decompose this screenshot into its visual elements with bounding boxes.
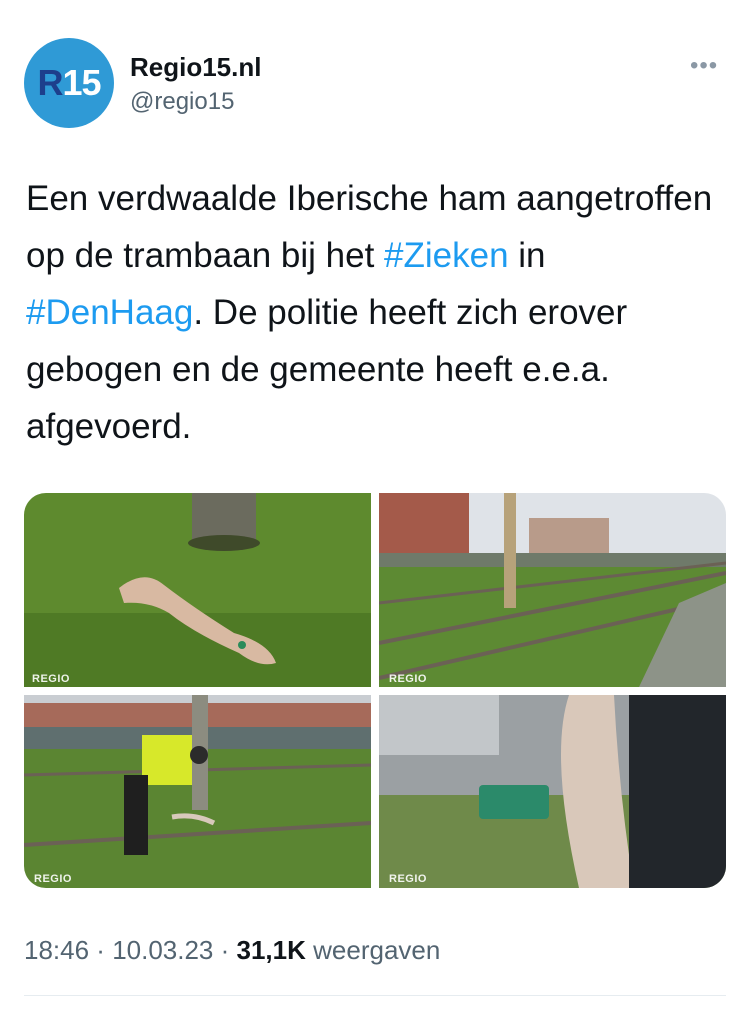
photo-watermark: REGIO xyxy=(389,673,427,685)
ham-tag-closeup-photo[interactable]: REGIO xyxy=(379,695,726,888)
tweet-text-part2: in xyxy=(508,236,546,275)
photo-grid: REGIO REGIO REGIO REGIO xyxy=(24,493,726,888)
police-officer-photo[interactable]: REGIO xyxy=(24,695,371,888)
tweet-meta: 18:46 · 10.03.23 · 31,1K weergaven xyxy=(24,935,440,966)
tweet-text-part1: Een verdwaalde Iberische ham aangetroffe… xyxy=(26,179,713,275)
tram-tracks-photo[interactable]: REGIO xyxy=(379,493,726,687)
meta-separator: · xyxy=(213,935,237,965)
tweet-text: Een verdwaalde Iberische ham aangetroffe… xyxy=(26,170,726,455)
author-handle[interactable]: @regio15 xyxy=(130,88,234,116)
author-name[interactable]: Regio15.nl xyxy=(130,52,261,83)
more-options-icon[interactable]: ••• xyxy=(690,52,718,80)
divider xyxy=(24,995,726,996)
avatar[interactable]: R 15 xyxy=(24,38,114,128)
photo-watermark: REGIO xyxy=(389,873,427,885)
hashtag-denhaag[interactable]: #DenHaag xyxy=(26,293,193,332)
hashtag-zieken[interactable]: #Zieken xyxy=(384,236,509,275)
meta-separator: · xyxy=(89,935,113,965)
photo-watermark: REGIO xyxy=(32,673,70,685)
ham-on-grass-photo[interactable]: REGIO xyxy=(24,493,371,687)
tweet-date[interactable]: 10.03.23 xyxy=(112,935,213,965)
tweet-time[interactable]: 18:46 xyxy=(24,935,89,965)
photo-watermark: REGIO xyxy=(34,873,72,885)
avatar-number: 15 xyxy=(62,62,101,103)
view-count[interactable]: 31,1K xyxy=(237,935,306,965)
avatar-letter: R xyxy=(37,62,63,103)
view-label: weergaven xyxy=(305,935,441,965)
